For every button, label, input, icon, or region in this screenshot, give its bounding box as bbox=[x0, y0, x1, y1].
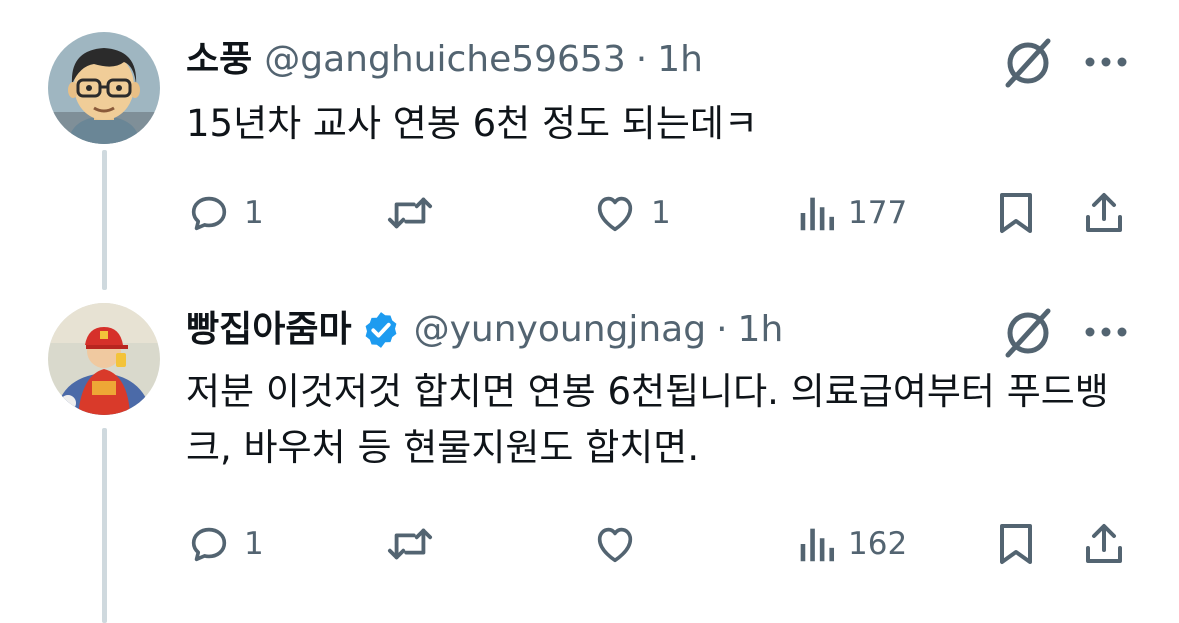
tweet-header: 빵집아줌마 @yunyoungjnag · 1h bbox=[186, 308, 783, 352]
views-button[interactable]: 162 bbox=[796, 516, 907, 572]
avatar[interactable] bbox=[48, 303, 160, 415]
tweet[interactable]: 빵집아줌마 @yunyoungjnag · 1h 저분 이것저것 합치면 연봉 … bbox=[0, 0, 1179, 623]
bookmark-button[interactable] bbox=[996, 516, 1036, 572]
separator-dot: · bbox=[716, 309, 728, 350]
retweet-button[interactable] bbox=[384, 516, 448, 572]
bookmark-icon bbox=[1000, 524, 1032, 564]
more-icon[interactable] bbox=[1082, 322, 1130, 342]
grok-icon[interactable] bbox=[1000, 305, 1056, 361]
like-button[interactable] bbox=[591, 516, 651, 572]
timestamp[interactable]: 1h bbox=[738, 308, 784, 352]
tweet-text: 저분 이것저것 합치면 연봉 6천됩니다. 의료급여부터 푸드뱅크, 바우처 등… bbox=[186, 370, 1109, 469]
display-name[interactable]: 빵집아줌마 bbox=[186, 308, 352, 352]
views-count: 162 bbox=[848, 526, 908, 562]
verified-badge-icon bbox=[360, 309, 402, 351]
retweet-icon bbox=[387, 528, 433, 560]
person-red-cap-avatar-icon bbox=[48, 303, 160, 415]
reply-button[interactable]: 1 bbox=[186, 516, 264, 572]
reply-icon bbox=[191, 527, 227, 562]
like-icon bbox=[597, 527, 633, 563]
user-handle[interactable]: @yunyoungjnag bbox=[414, 308, 706, 352]
views-icon bbox=[800, 528, 835, 562]
action-bar: 1 162 bbox=[186, 516, 1136, 572]
reply-count: 1 bbox=[244, 526, 264, 562]
share-button[interactable] bbox=[1082, 516, 1126, 572]
share-icon bbox=[1086, 524, 1122, 563]
